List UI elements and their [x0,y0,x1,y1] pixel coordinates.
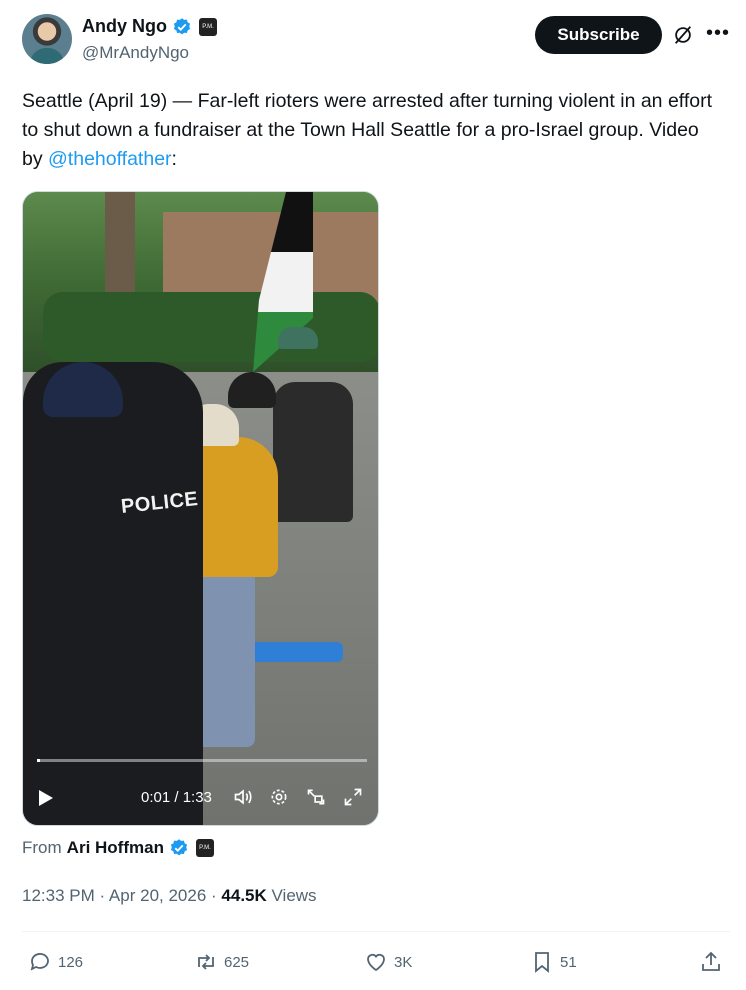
video-time: 0:01 / 1:33 [141,789,212,806]
tweet-timestamp[interactable]: 12:33 PM · Apr 20, 2026 · [22,886,221,905]
gear-icon[interactable] [269,787,289,807]
like-button[interactable]: 3K [364,950,412,974]
source-prefix: From [22,838,62,857]
video-controls: 0:01 / 1:33 [23,782,378,812]
tweet-text: Seattle (April 19) — Far-left rioters we… [22,87,722,174]
reply-icon [30,953,49,971]
video-player[interactable]: POLICE 0:01 / 1:33 [22,191,379,826]
reply-button[interactable]: 126 [28,950,83,974]
video-hedge [43,292,378,362]
picture-in-picture-icon[interactable] [306,787,326,807]
subscribe-button[interactable]: Subscribe [535,16,662,54]
video-progress-bar[interactable] [37,759,367,762]
play-icon[interactable] [39,790,53,806]
video-progress-fill [37,759,41,762]
fullscreen-icon[interactable] [343,787,363,807]
reply-count: 126 [58,953,84,971]
verified-icon [173,17,191,34]
like-count: 3K [394,953,413,971]
more-options-icon[interactable]: ••• [706,22,730,45]
grok-icon[interactable] [672,24,694,46]
mention-link[interactable]: @thehoffather [48,148,172,170]
share-button[interactable] [699,950,723,974]
source-affiliate-badge[interactable]: P.M. [195,839,214,857]
action-bar: 126 625 3K 51 [0,946,746,978]
repost-button[interactable]: 625 [194,950,249,974]
views-count: 44.5K [221,886,267,905]
author-name[interactable]: Andy Ngo [82,16,167,37]
volume-icon[interactable] [233,787,253,807]
affiliate-badge[interactable]: P.M. [199,17,217,36]
heart-icon [367,953,385,972]
bookmark-count: 51 [560,953,577,971]
source-name[interactable]: Ari Hoffman [67,838,164,858]
repost-icon [198,954,214,970]
video-person-black [273,382,353,522]
verified-icon [170,839,188,856]
avatar[interactable] [22,14,72,64]
tweet-meta: 12:33 PM · Apr 20, 2026 · 44.5K Views [22,886,317,906]
repost-count: 625 [224,953,250,971]
author-name-row: Andy Ngo P.M. [82,16,217,37]
views-label: Views [266,886,317,905]
video-police-officer [23,362,203,825]
divider [22,931,730,932]
bookmark-icon [535,952,549,973]
video-source-attribution: From Ari Hoffman P.M. [22,838,214,858]
author-handle[interactable]: @MrAndyNgo [82,43,189,63]
tweet-header: Andy Ngo P.M. @MrAndyNgo Subscribe ••• [22,14,732,70]
video-green-cap [278,327,318,349]
tweet-suffix: : [171,148,177,170]
avatar-shoulders [30,48,64,64]
bookmark-button[interactable]: 51 [530,950,577,974]
video-frame: POLICE [23,192,378,825]
share-icon [702,951,720,971]
